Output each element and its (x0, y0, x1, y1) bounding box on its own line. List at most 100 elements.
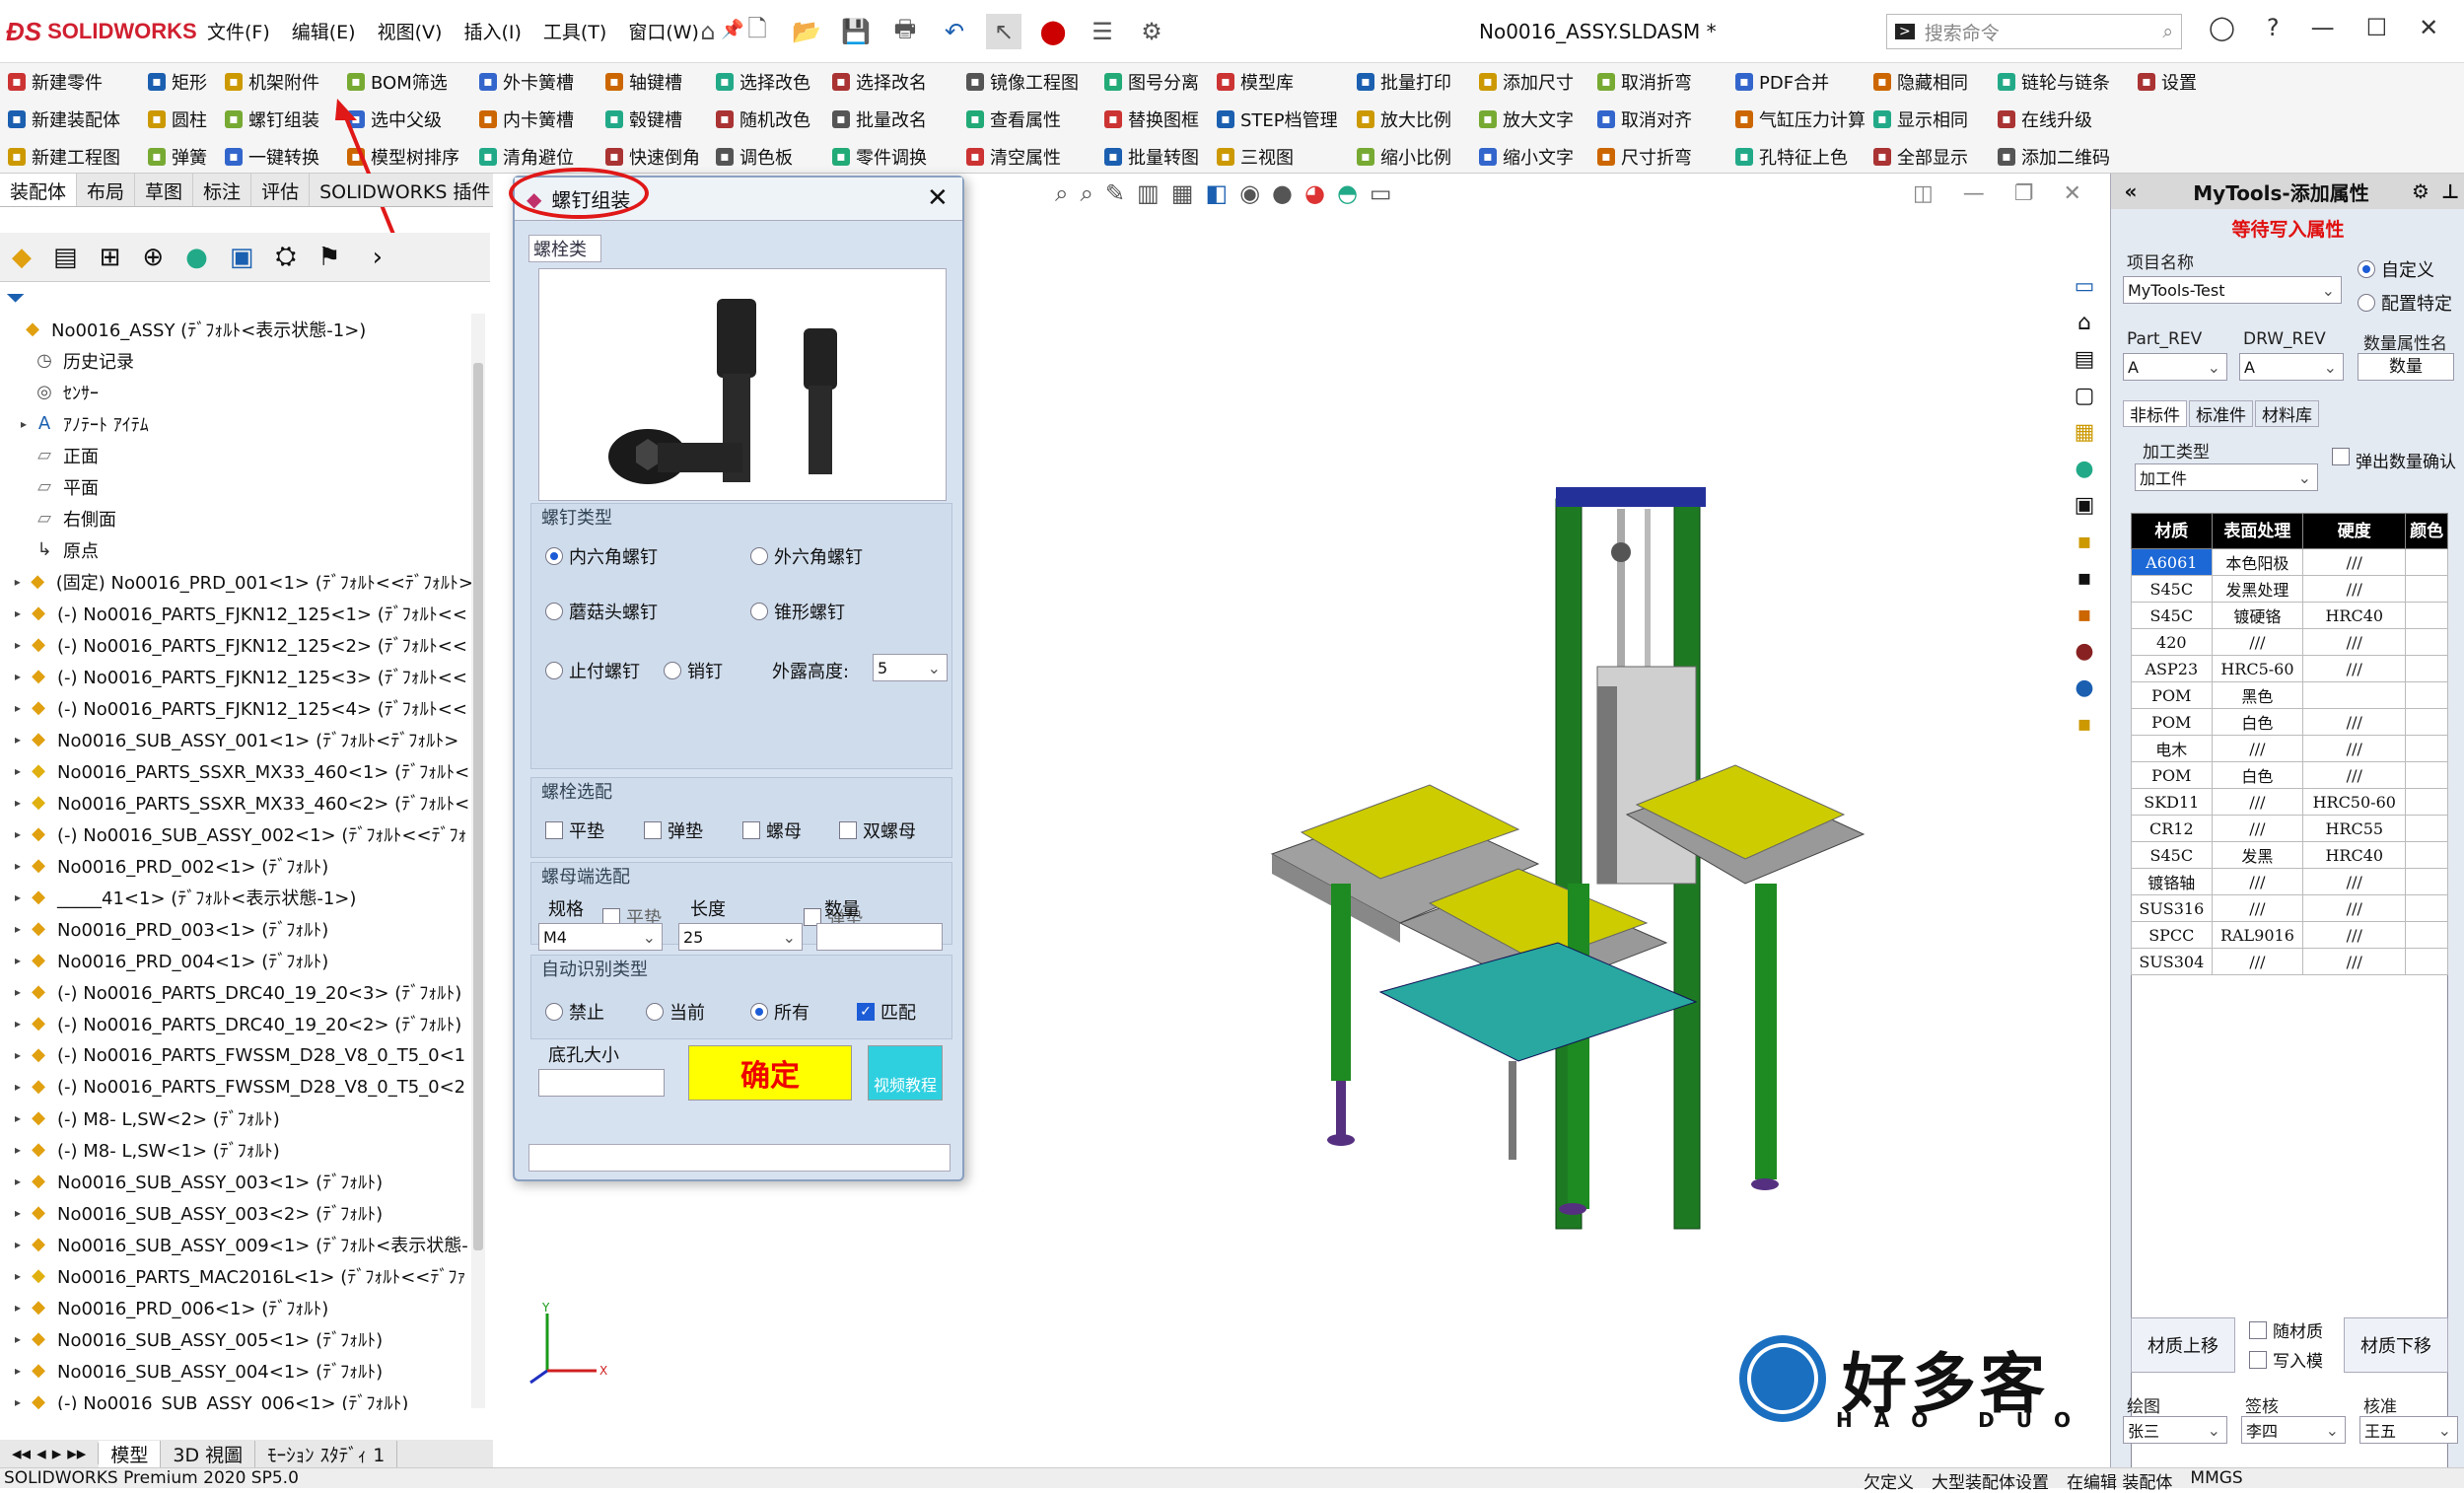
ribbon-command[interactable]: ▪ 圆柱 (148, 101, 207, 138)
column-header[interactable]: 表面处理 (2211, 513, 2304, 549)
tree-node[interactable]: ▸ ◆ No0016_SUB_ASSY_009<1> (ﾃﾞﾌｫﾙﾄ<表示状態- (0, 1229, 473, 1260)
zoom-area-icon[interactable]: ⌕ (1080, 179, 1092, 207)
table-cell[interactable] (2405, 708, 2448, 736)
expand-arrow-icon[interactable]: ▸ (10, 1301, 26, 1315)
menu-item-3[interactable]: 插入(I) (463, 18, 521, 44)
expand-arrow-icon[interactable]: ▸ (10, 733, 26, 746)
expand-arrow-icon[interactable]: ▸ (10, 922, 26, 936)
radio-set-screw[interactable]: 止付螺钉 (545, 658, 640, 683)
expand-arrow-icon[interactable]: ▸ (10, 1174, 26, 1188)
table-row[interactable]: SUS304////// (2131, 948, 2448, 975)
menu-item-4[interactable]: 工具(T) (543, 18, 606, 44)
ribbon-command[interactable]: ▪ 新建工程图 (8, 138, 120, 176)
expand-arrow-icon[interactable]: ▸ (10, 764, 26, 778)
ribbon-command[interactable]: ▪ 取消对齐 (1597, 101, 1692, 138)
save-icon[interactable]: 💾 (838, 14, 874, 49)
ribbon-command[interactable]: ▪ 查看属性 (966, 101, 1079, 138)
ribbon-command[interactable]: ▪ 螺钉组装 (225, 101, 319, 138)
table-cell[interactable]: 镀硬铬 (2211, 602, 2304, 629)
drw-rev-select[interactable]: A (2239, 353, 2344, 381)
pin-icon[interactable]: ⊥ (2441, 179, 2464, 203)
part-rev-select[interactable]: A (2123, 353, 2227, 381)
ribbon-command[interactable]: ▪ 取消折弯 (1597, 63, 1692, 101)
dynamic-annotation-icon[interactable]: ▦ (1171, 179, 1194, 207)
table-cell[interactable]: /// (2302, 628, 2407, 656)
table-cell[interactable]: HRC50-60 (2302, 788, 2407, 816)
cm-tab-3[interactable]: 标注 (193, 174, 252, 206)
ribbon-command[interactable]: ▪ 三视图 (1217, 138, 1338, 176)
tree-node[interactable]: ▸ ◆ No0016_SUB_ASSY_003<1> (ﾃﾞﾌｫﾙﾄ) (0, 1166, 473, 1197)
table-cell[interactable]: S45C (2131, 575, 2213, 603)
ribbon-command[interactable]: ▪ 零件调换 (832, 138, 927, 176)
minimize-icon[interactable]: — (2311, 14, 2335, 41)
table-row[interactable]: SKD11///HRC50-60 (2131, 788, 2448, 816)
ribbon-command[interactable]: ▪ 矩形 (148, 63, 207, 101)
table-cell[interactable]: /// (2211, 815, 2304, 842)
radio-auto-disabled[interactable]: 禁止 (545, 999, 604, 1025)
table-cell[interactable]: A6061 (2131, 548, 2213, 576)
expand-arrow-icon[interactable]: ▸ (16, 417, 32, 431)
table-cell[interactable]: 镀铬轴 (2131, 868, 2213, 895)
menu-item-5[interactable]: 窗口(W) (628, 18, 699, 44)
with-material-checkbox[interactable]: 随材质 (2249, 1317, 2323, 1342)
ribbon-command[interactable]: ▪ 模型库 (1217, 63, 1338, 101)
tree-node[interactable]: ▸ ◆ No0016_PRD_006<1> (ﾃﾞﾌｫﾙﾄ) (0, 1292, 473, 1323)
spec-select[interactable]: M4 (538, 923, 663, 951)
ribbon-command[interactable]: ▪ 选择改色 (716, 63, 810, 101)
tree-node[interactable]: ▸ ◆ No0016_PRD_002<1> (ﾃﾞﾌｫﾙﾄ) (0, 850, 473, 882)
process-type-select[interactable]: 加工件 (2135, 463, 2318, 491)
table-row[interactable]: A6061 本色阳极/// (2131, 548, 2448, 576)
ribbon-command[interactable]: ▪ 缩小文字 (1479, 138, 1574, 176)
appearances-icon[interactable]: ● (2075, 457, 2093, 481)
tree-node[interactable]: ▸ ◆ (-) No0016_PARTS_FWSSM_D28_V8_0_T5_0<2 (0, 1071, 473, 1102)
table-row[interactable]: CR12///HRC55 (2131, 815, 2448, 842)
expand-panel-icon[interactable]: › (373, 243, 383, 272)
ribbon-command[interactable]: ▪ 批量转图 (1104, 138, 1199, 176)
table-cell[interactable] (2405, 655, 2448, 682)
table-row[interactable]: S45C 发黑处理/// (2131, 575, 2448, 603)
ribbon-command[interactable]: ▪ 隐藏相同 (1873, 63, 1968, 101)
tree-node[interactable]: ↳ 原点 (0, 534, 473, 566)
tab-standard[interactable]: 标准件 (2189, 400, 2253, 427)
table-row[interactable]: S45C 发黑 HRC40 (2131, 841, 2448, 869)
tab-non-standard[interactable]: 非标件 (2123, 400, 2187, 427)
table-cell[interactable]: /// (2211, 894, 2304, 922)
ribbon-command[interactable]: ▪ 镜像工程图 (966, 63, 1079, 101)
ribbon-command[interactable]: ▪ 链轮与链条 (1998, 63, 2110, 101)
undo-icon[interactable]: ↶ (937, 14, 972, 49)
column-header[interactable]: 颜色 (2405, 513, 2448, 549)
move-material-down-button[interactable]: 材质下移 (2344, 1317, 2448, 1373)
table-row[interactable]: POM 白色/// (2131, 761, 2448, 789)
table-cell[interactable]: /// (2211, 628, 2304, 656)
table-cell[interactable]: ASP23 (2131, 655, 2213, 682)
design-library-icon[interactable]: ▤ (2075, 347, 2095, 372)
table-cell[interactable]: POM (2131, 708, 2213, 736)
tab-material-library[interactable]: 材料库 (2255, 400, 2319, 427)
ribbon-command[interactable]: ▪ 新建零件 (8, 63, 120, 101)
tree-node[interactable]: ▸ ◆ (-) No0016_PARTS_FJKN12_125<1> (ﾃﾞﾌｫﾙﾄ… (0, 598, 473, 629)
cam-icon[interactable]: ▣ (230, 243, 254, 272)
tree-node[interactable]: ◷ 历史记录 (0, 345, 473, 377)
ribbon-command[interactable]: ▪ 外卡簧槽 (479, 63, 574, 101)
ribbon-command[interactable]: ▪ 毂键槽 (605, 101, 700, 138)
project-name-select[interactable]: MyTools-Test (2123, 276, 2342, 304)
tree-node[interactable]: ▸ ◆ No0016_PARTS_SSXR_MX33_460<2> (ﾃﾞﾌｫﾙﾄ< (0, 787, 473, 818)
table-cell[interactable] (2405, 894, 2448, 922)
radio-auto-all[interactable]: 所有 (750, 999, 810, 1025)
table-cell[interactable] (2405, 948, 2448, 975)
table-cell[interactable]: HRC40 (2302, 602, 2407, 629)
expand-arrow-icon[interactable]: ▸ (10, 606, 26, 620)
ribbon-command[interactable]: ▪ 批量改名 (832, 101, 927, 138)
expand-arrow-icon[interactable]: ▸ (10, 890, 26, 904)
file-explorer-icon[interactable]: ▢ (2075, 384, 2095, 408)
tree-node[interactable]: ▸ ◆ No0016_SUB_ASSY_004<1> (ﾃﾞﾌｫﾙﾄ) (0, 1355, 473, 1386)
table-cell[interactable]: POM (2131, 681, 2213, 709)
bolt-nut-checkbox[interactable]: 螺母 (742, 818, 802, 843)
ribbon-command[interactable]: ▪ 批量打印 (1357, 63, 1451, 101)
plugin-c-icon[interactable]: ▪ (2077, 603, 2092, 627)
dialog-close-icon[interactable]: ✕ (927, 183, 949, 213)
ribbon-command[interactable]: ▪ BOM筛选 (347, 63, 459, 101)
tool-flag-icon[interactable]: ⚑ (317, 243, 340, 272)
expand-arrow-icon[interactable]: ▸ (10, 1017, 26, 1031)
ribbon-command[interactable]: ▪ 机架附件 (225, 63, 319, 101)
